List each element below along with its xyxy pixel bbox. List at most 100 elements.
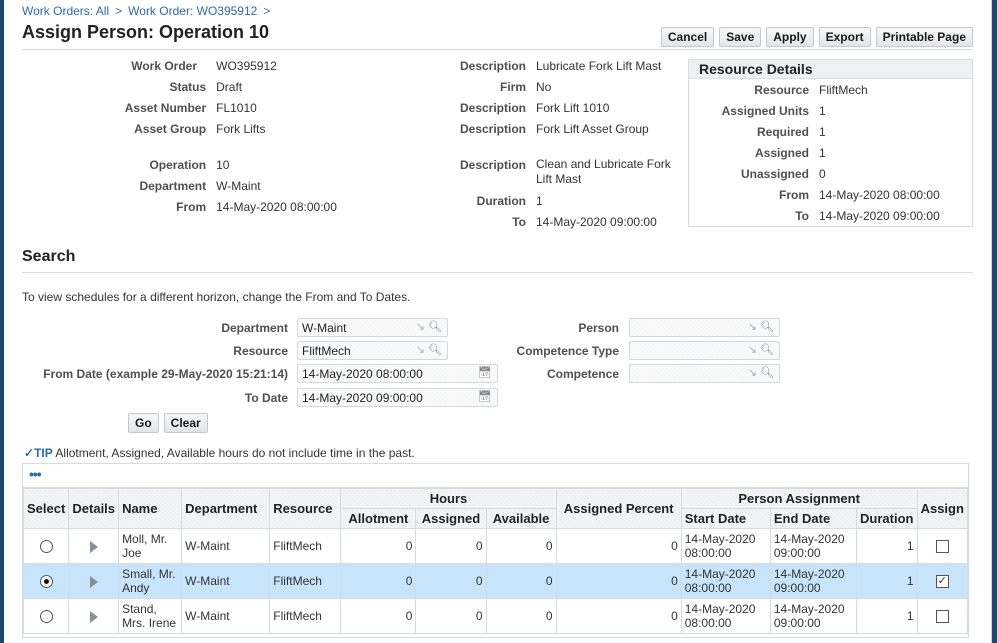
select-cell[interactable] (22, 563, 70, 599)
go-button[interactable]: Go (128, 413, 159, 433)
printable-page-button[interactable]: Printable Page (875, 27, 973, 47)
search-icon[interactable]: 🔍︎ (428, 343, 442, 358)
person-input[interactable] (634, 319, 779, 336)
details-cell[interactable] (68, 598, 120, 634)
expand-details-icon[interactable] (89, 610, 98, 623)
assign-checkbox[interactable] (935, 540, 949, 554)
to-date-field[interactable]: 📅︎ (297, 388, 498, 407)
calendar-icon[interactable]: 📅︎ (478, 366, 492, 381)
table-row[interactable]: Small, Mr. Andy W-Maint FliftMech 0 0 0 … (22, 563, 968, 599)
assigned-value: 1 (819, 146, 826, 160)
competence-type-field-label: Competence Type (516, 343, 619, 358)
duration-label: Duration (476, 194, 526, 208)
resource-row: Resource ↘ 🔍︎ (22, 341, 448, 360)
operation-description-label: Description (459, 158, 526, 172)
search-icon[interactable]: 🔍︎ (760, 320, 774, 335)
assigned-units-value: 1 (819, 104, 826, 118)
to-date-input[interactable] (302, 389, 497, 406)
competence-type-field[interactable]: ↘ 🔍︎ (629, 341, 780, 360)
lov-arrow-icon[interactable]: ↘ (748, 320, 757, 335)
cancel-button[interactable]: Cancel (660, 27, 715, 47)
tip-message: ✓TIP Allotment, Assigned, Available hour… (24, 446, 415, 460)
assign-checkbox[interactable] (935, 610, 949, 624)
asset-number-label: Asset Number (124, 101, 207, 115)
col-name: Name (118, 488, 183, 529)
col-end-date: End Date (769, 508, 857, 529)
search-icon[interactable]: 🔍︎ (760, 343, 774, 358)
page-toolbar: Cancel Save Apply Export Printable Page (660, 27, 973, 47)
assigned-percent-cell: 0 (555, 598, 682, 634)
clear-button[interactable]: Clear (163, 413, 208, 433)
expand-details-icon[interactable] (89, 540, 98, 553)
col-assigned-percent: Assigned Percent (555, 488, 682, 529)
title-divider (22, 49, 973, 50)
details-cell[interactable] (68, 528, 120, 564)
save-button[interactable]: Save (719, 27, 762, 47)
window-scrollbar[interactable] (991, 0, 997, 643)
person-field[interactable]: ↘ 🔍︎ (629, 318, 780, 337)
export-button[interactable]: Export (818, 27, 871, 47)
select-cell[interactable] (22, 598, 70, 634)
asset-group-description-label: Description (459, 122, 526, 136)
page-title: Assign Person: Operation 10 (22, 22, 270, 42)
table-row[interactable]: Moll, Mr. Joe W-Maint FliftMech 0 0 0 0 … (22, 528, 968, 564)
status-label: Status (169, 80, 207, 94)
breadcrumb-separator: > (115, 4, 123, 18)
resource-label: Resource (754, 83, 809, 97)
resource-details-list: Resource FliftMech Assigned Units 1 Requir… (689, 82, 972, 229)
resource-input[interactable] (302, 342, 447, 359)
assign-checkbox[interactable]: ✓ (935, 575, 949, 589)
lov-arrow-icon[interactable]: ↘ (748, 343, 757, 358)
required-value: 1 (819, 125, 826, 139)
col-details: Details (68, 488, 120, 529)
select-radio[interactable] (39, 575, 53, 589)
asset-group-label: Asset Group (134, 122, 207, 136)
expand-details-icon[interactable] (89, 575, 98, 588)
competence-type-input[interactable] (634, 342, 779, 359)
breadcrumb: Work Orders: All > Work Order: WO395912 > (22, 4, 276, 18)
person-field-label: Person (578, 320, 619, 335)
col-duration: Duration (855, 508, 918, 529)
resource-field[interactable]: ↘ 🔍︎ (297, 341, 448, 360)
lov-arrow-icon[interactable]: ↘ (416, 320, 425, 335)
breadcrumb-work-orders-all[interactable]: Work Orders: All (22, 4, 109, 18)
select-cell[interactable] (22, 528, 70, 564)
end-date-cell: 14-May-2020 09:00:00 (769, 528, 857, 564)
from-date-input[interactable] (302, 365, 497, 382)
resource-to-label: To (795, 209, 809, 223)
resource-cell: FliftMech (269, 598, 342, 634)
unassigned-value: 0 (819, 167, 826, 181)
breadcrumb-work-order[interactable]: Work Order: WO395912 (128, 4, 257, 18)
available-cell: 0 (485, 563, 557, 599)
select-radio[interactable] (39, 540, 53, 554)
search-icon[interactable]: 🔍︎ (760, 366, 774, 381)
table-row[interactable]: Stand, Mrs. Irene W-Maint FliftMech 0 0 … (22, 598, 968, 634)
department-field[interactable]: ↘ 🔍︎ (297, 318, 448, 337)
available-cell: 0 (485, 598, 557, 634)
table-more-actions[interactable]: ••• (23, 464, 968, 488)
assign-cell[interactable] (916, 598, 968, 634)
resource-cell: FliftMech (269, 528, 342, 564)
lov-arrow-icon[interactable]: ↘ (416, 343, 425, 358)
competence-field[interactable]: ↘ 🔍︎ (629, 364, 780, 383)
details-cell[interactable] (68, 563, 120, 599)
assigned-label: Assigned (754, 146, 809, 160)
from-date-field[interactable]: 📅︎ (297, 364, 498, 383)
col-assign: Assign (916, 488, 968, 529)
assign-cell[interactable] (916, 528, 968, 564)
asset-description-value: Fork Lift 1010 (536, 101, 610, 115)
apply-button[interactable]: Apply (766, 27, 814, 47)
from-date-row: From Date (example 29-May-2020 15:21:14)… (22, 364, 498, 383)
calendar-icon[interactable]: 📅︎ (478, 390, 492, 405)
from-value: 14-May-2020 08:00:00 (216, 200, 337, 214)
department-input[interactable] (302, 319, 447, 336)
lov-arrow-icon[interactable]: ↘ (748, 366, 757, 381)
resource-details-title: Resource Details (689, 60, 972, 79)
select-radio[interactable] (39, 610, 53, 624)
department-cell: W-Maint (181, 563, 271, 599)
search-icon[interactable]: 🔍︎ (428, 320, 442, 335)
competence-input[interactable] (634, 365, 779, 382)
assign-cell[interactable]: ✓ (916, 563, 968, 599)
